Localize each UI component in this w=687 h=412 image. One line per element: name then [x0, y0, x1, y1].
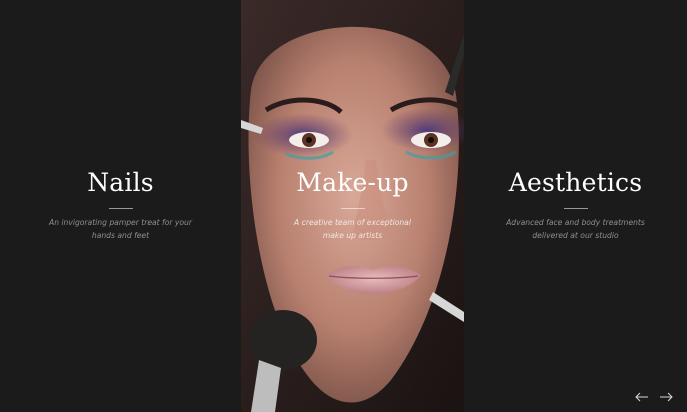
slide-nails[interactable]: Nails An invigorating pamper treat for y… [0, 0, 241, 412]
slide-aesthetics[interactable]: Aesthetics Advanced face and body treatm… [464, 0, 687, 412]
prev-button[interactable] [635, 391, 649, 403]
slide-title: Make-up [296, 168, 409, 197]
slide-description: A creative team of exceptional make up a… [294, 218, 411, 240]
slide-caption: Nails An invigorating pamper treat for y… [0, 166, 241, 242]
arrow-right-icon [660, 392, 673, 402]
slide-description: An invigorating pamper treat for your ha… [49, 218, 192, 240]
next-button[interactable] [659, 391, 673, 403]
slider-navigation [635, 391, 673, 403]
title-divider [108, 208, 133, 209]
slide-title: Aesthetics [508, 168, 643, 197]
title-divider [340, 208, 365, 209]
services-slider: Nails An invigorating pamper treat for y… [0, 0, 687, 412]
slide-caption: Make-up A creative team of exceptional m… [241, 166, 464, 242]
arrow-left-icon [635, 392, 648, 402]
slide-title: Nails [87, 168, 154, 197]
slide-caption: Aesthetics Advanced face and body treatm… [464, 166, 687, 242]
slide-description: Advanced face and body treatments delive… [506, 218, 645, 240]
slide-make-up[interactable]: Make-up A creative team of exceptional m… [241, 0, 464, 412]
title-divider [563, 208, 588, 209]
